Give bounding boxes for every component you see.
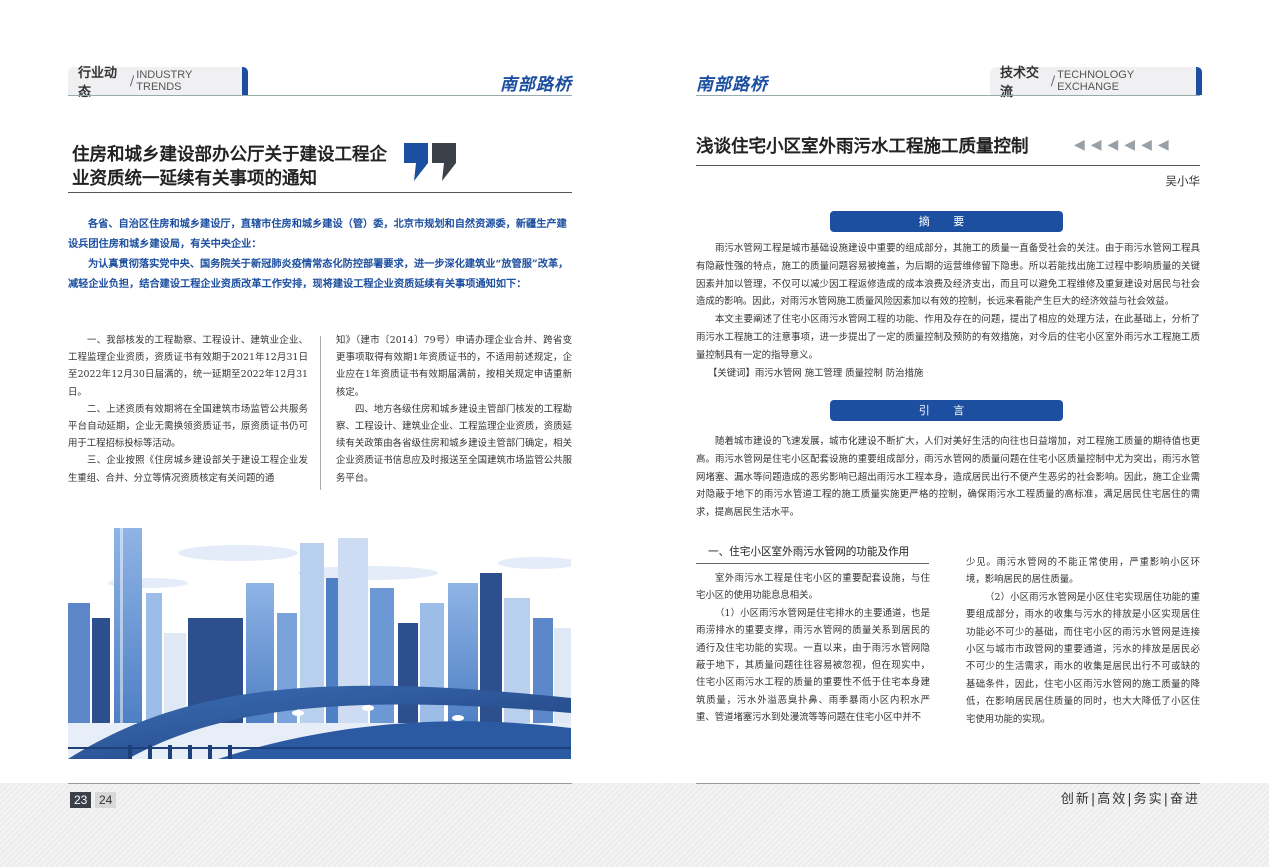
tab-accent-bar bbox=[242, 67, 248, 95]
abstract-paragraph: 雨污水管网工程是城市基础设施建设中重要的组成部分，其施工的质量一直备受社会的关注… bbox=[696, 243, 1200, 308]
title-rule bbox=[68, 192, 572, 193]
notice-paragraph: 二、上述资质有效期将在全国建筑市场监管公共服务平台自动延期，企业无需换领资质证书… bbox=[68, 403, 308, 450]
article-paragraph: （1）小区雨污水管网是住宅排水的主要通道，也是雨涝排水的重要支撑，雨污水管网的质… bbox=[696, 607, 930, 724]
title-rule bbox=[696, 165, 1200, 166]
notice-paragraph: 知》（建市〔2014〕79号）申请办理企业合并、跨省变更事项取得有效期1年资质证… bbox=[336, 335, 572, 398]
footer-motto: 创新|高效|务实|奋进 bbox=[1060, 792, 1200, 807]
author-name: 吴小华 bbox=[1165, 174, 1201, 188]
footer-rule-right bbox=[696, 783, 1200, 784]
article-paragraph: 室外雨污水工程是住宅小区的重要配套设施，与住宅小区的使用功能息息相关。 bbox=[696, 573, 930, 602]
article-paragraph: 少见。雨污水管网的不能正常使用，严重影响小区环境，影响居民的居住质量。 bbox=[966, 557, 1200, 586]
page-number-left: 23 bbox=[70, 792, 92, 808]
notice-intro: 各省、自治区住房和城乡建设厅，直辖市住房和城乡建设（管）委，北京市规划和自然资源… bbox=[68, 214, 572, 294]
section-tab-technology-exchange: 技术交流 / TECHNOLOGY EXCHANGE bbox=[990, 66, 1202, 100]
header-rule bbox=[696, 95, 1200, 96]
abstract-text: 雨污水管网工程是城市基础设施建设中重要的组成部分，其施工的质量一直备受社会的关注… bbox=[696, 240, 1200, 382]
section-tab-en: INDUSTRY TRENDS bbox=[136, 69, 193, 93]
arrow-decoration-icon: ◀◀◀◀◀◀ bbox=[1074, 137, 1175, 153]
notice-paragraph: 一、我部核发的工程勘察、工程设计、建筑业企业、工程监理企业资质，资质证书有效期于… bbox=[68, 335, 308, 398]
intro-paragraph: 为认真贯彻落实党中央、国务院关于新冠肺炎疫情常态化防控部署要求，进一步深化建筑业… bbox=[68, 258, 569, 290]
city-skyline-illustration bbox=[68, 523, 571, 759]
notice-paragraph: 三、企业按照《住房城乡建设部关于建设工程企业发生重组、合并、分立等情况资质核定有… bbox=[68, 455, 308, 484]
section-heading: 一、住宅小区室外雨污水管网的功能及作用 bbox=[708, 546, 910, 558]
article-column-2: 少见。雨污水管网的不能正常使用，严重影响小区环境，影响居民的居住质量。 （2）小… bbox=[966, 554, 1200, 728]
right-page: 南部路桥 技术交流 / TECHNOLOGY EXCHANGE 浅谈住宅小区室外… bbox=[696, 0, 1202, 783]
column-divider bbox=[320, 336, 321, 490]
section-rule bbox=[696, 563, 929, 564]
intro-text: 随着城市建设的飞速发展，城市化建设不断扩大，人们对美好生活的向往也日益增加，对工… bbox=[696, 433, 1200, 522]
section-tab-en: TECHNOLOGY EXCHANGE bbox=[1057, 69, 1134, 93]
intro-label: 引 言 bbox=[830, 400, 1063, 421]
intro-paragraph: 各省、自治区住房和城乡建设厅，直辖市住房和城乡建设（管）委，北京市规划和自然资源… bbox=[68, 218, 567, 250]
page-number-right: 24 bbox=[95, 792, 117, 808]
article-paragraph: （2）小区雨污水管网是小区住宅实现居住功能的重要组成部分，雨水的收集与污水的排放… bbox=[966, 591, 1200, 725]
article-column-1: 室外雨污水工程是住宅小区的重要配套设施，与住宅小区的使用功能息息相关。 （1）小… bbox=[696, 570, 930, 727]
abstract-paragraph: 本文主要阐述了住宅小区雨污水管网工程的功能、作用及存在的问题，提出了相应的处理方… bbox=[696, 314, 1200, 361]
keywords: 【关键词】雨污水管网 施工管理 质量控制 防治措施 bbox=[708, 367, 924, 379]
tab-accent-bar bbox=[1196, 67, 1202, 95]
notice-column-1: 一、我部核发的工程勘察、工程设计、建筑业企业、工程监理企业资质，资质证书有效期于… bbox=[68, 332, 308, 487]
quote-mark-icon-2 bbox=[432, 143, 456, 181]
footer-rule-left bbox=[68, 783, 572, 784]
header-rule bbox=[68, 95, 572, 96]
section-tab-sep: / bbox=[1050, 73, 1056, 89]
brand-logo-text: 南部路桥 bbox=[500, 75, 572, 95]
article-title: 住房和城乡建设部办公厅关于建设工程企业资质统一延续有关事项的通知 bbox=[72, 145, 387, 189]
brand-logo-text: 南部路桥 bbox=[696, 75, 768, 95]
intro-paragraph: 随着城市建设的飞速发展，城市化建设不断扩大，人们对美好生活的向往也日益增加，对工… bbox=[696, 436, 1200, 519]
section-tab-sep: / bbox=[129, 73, 135, 89]
quote-mark-icon bbox=[404, 143, 428, 181]
section-tab-industry-trends: 行业动态 / INDUSTRY TRENDS bbox=[68, 66, 248, 100]
left-page: 行业动态 / INDUSTRY TRENDS 南部路桥 住房和城乡建设部办公厅关… bbox=[68, 0, 572, 783]
abstract-label: 摘 要 bbox=[830, 211, 1063, 232]
article-title: 浅谈住宅小区室外雨污水工程施工质量控制 bbox=[696, 137, 1029, 157]
notice-column-2: 知》（建市〔2014〕79号）申请办理企业合并、跨省变更事项取得有效期1年资质证… bbox=[336, 332, 572, 487]
notice-paragraph: 四、地方各级住房和城乡建设主管部门核发的工程勘察、工程设计、建筑业企业、工程监理… bbox=[336, 403, 572, 484]
